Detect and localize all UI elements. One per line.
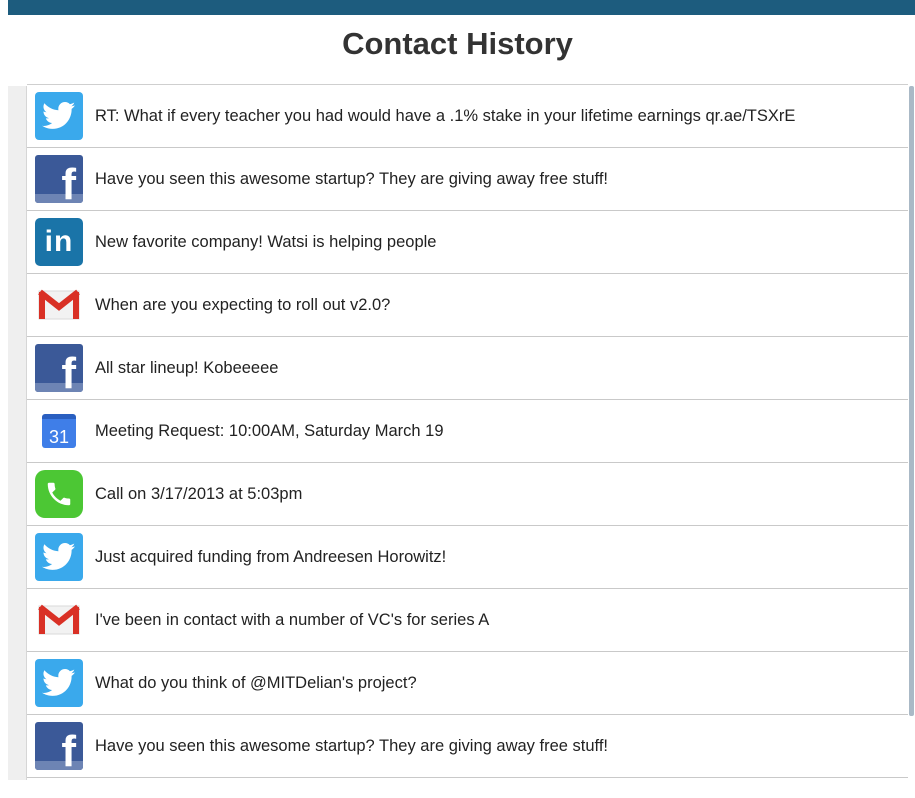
- facebook-icon: f: [35, 155, 83, 203]
- history-item[interactable]: Call on 3/17/2013 at 5:03pm: [27, 463, 908, 526]
- history-item-text: Have you seen this awesome startup? They…: [95, 169, 608, 188]
- top-bar: [8, 0, 915, 15]
- history-item-text: New favorite company! Watsi is helping p…: [95, 232, 437, 251]
- history-item-text: Just acquired funding from Andreesen Hor…: [95, 547, 447, 566]
- left-gutter: [8, 86, 27, 780]
- history-item[interactable]: What do you think of @MITDelian's projec…: [27, 652, 908, 715]
- history-item[interactable]: 31 Meeting Request: 10:00AM, Saturday Ma…: [27, 400, 908, 463]
- history-item[interactable]: Just acquired funding from Andreesen Hor…: [27, 526, 908, 589]
- history-item-text: What do you think of @MITDelian's projec…: [95, 673, 417, 692]
- gmail-icon: [35, 281, 83, 329]
- history-item-text: When are you expecting to roll out v2.0?: [95, 295, 391, 314]
- facebook-icon-letter: f: [61, 160, 76, 204]
- history-item[interactable]: When are you expecting to roll out v2.0?: [27, 274, 908, 337]
- calendar-icon-day: 31: [42, 414, 76, 448]
- facebook-icon: f: [35, 344, 83, 392]
- facebook-icon-letter: f: [61, 727, 76, 771]
- linkedin-icon: in: [35, 218, 83, 266]
- history-item[interactable]: RT: What if every teacher you had would …: [27, 85, 908, 148]
- history-item[interactable]: f Have you seen this awesome startup? Th…: [27, 148, 908, 211]
- twitter-icon: [35, 659, 83, 707]
- history-item[interactable]: I've been in contact with a number of VC…: [27, 589, 908, 652]
- twitter-icon: [35, 533, 83, 581]
- phone-icon: [35, 470, 83, 518]
- gmail-icon: [35, 596, 83, 644]
- history-item-text: RT: What if every teacher you had would …: [95, 106, 796, 125]
- history-item-text: All star lineup! Kobeeeee: [95, 358, 279, 377]
- page-title: Contact History: [342, 26, 573, 61]
- history-item-text: Have you seen this awesome startup? They…: [95, 736, 608, 755]
- history-item-text: Call on 3/17/2013 at 5:03pm: [95, 484, 303, 503]
- history-item-text: I've been in contact with a number of VC…: [95, 610, 490, 629]
- history-item-text: Meeting Request: 10:00AM, Saturday March…: [95, 421, 444, 440]
- scrollbar[interactable]: [909, 86, 914, 716]
- history-item[interactable]: f All star lineup! Kobeeeee: [27, 337, 908, 400]
- history-item[interactable]: f Have you seen this awesome startup? Th…: [27, 715, 908, 778]
- facebook-icon: f: [35, 722, 83, 770]
- linkedin-icon-letters: in: [44, 225, 74, 258]
- facebook-icon-letter: f: [61, 349, 76, 393]
- history-item[interactable]: in New favorite company! Watsi is helpin…: [27, 211, 908, 274]
- contact-history-list: RT: What if every teacher you had would …: [27, 84, 908, 781]
- calendar-icon: 31: [35, 407, 83, 455]
- twitter-icon: [35, 92, 83, 140]
